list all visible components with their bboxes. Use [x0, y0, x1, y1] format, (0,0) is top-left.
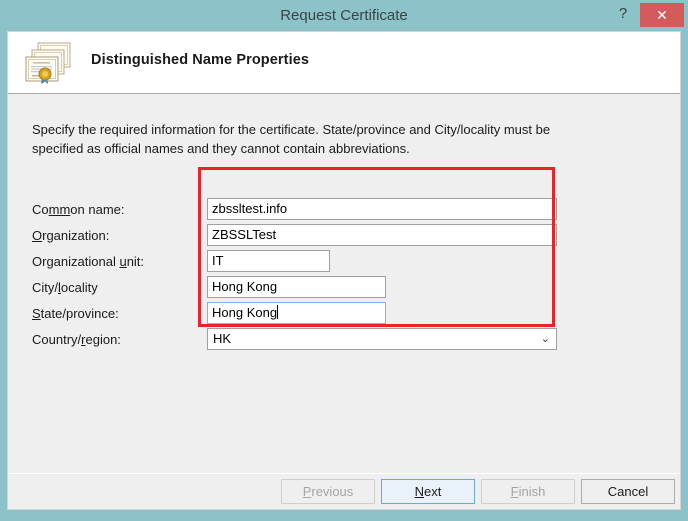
field-label: City/locality	[32, 276, 98, 300]
form-row: Country/region: HK ⌄	[8, 328, 680, 352]
form-row: Organization: ZBSSLTest	[8, 224, 680, 248]
select-value: HK	[213, 329, 231, 349]
dialog-footer: PreviousNextFinishCancel	[8, 474, 680, 509]
finish-button: Finish	[481, 479, 575, 504]
field-label: Common name:	[32, 198, 125, 222]
text-input[interactable]: zbssltest.info	[207, 198, 557, 220]
text-input[interactable]: Hong Kong	[207, 276, 386, 298]
help-button[interactable]: ?	[610, 1, 636, 27]
window-title: Request Certificate	[0, 0, 688, 31]
dialog-header: Distinguished Name Properties	[8, 32, 680, 94]
previous-button: Previous	[281, 479, 375, 504]
field-label: Organizational unit:	[32, 250, 144, 274]
chevron-down-icon[interactable]: ⌄	[541, 329, 550, 349]
text-input[interactable]: IT	[207, 250, 330, 272]
page-title: Distinguished Name Properties	[91, 52, 309, 68]
cancel-button[interactable]: Cancel	[581, 479, 675, 504]
text-input[interactable]: ZBSSLTest	[207, 224, 557, 246]
form-row: Common name: zbssltest.info	[8, 198, 680, 222]
next-button[interactable]: Next	[381, 479, 475, 504]
text-input[interactable]: Hong Kong	[207, 302, 386, 324]
instruction-text: Specify the required information for the…	[32, 120, 598, 158]
request-certificate-dialog: Request Certificate ? ✕	[0, 0, 688, 521]
close-button[interactable]: ✕	[640, 3, 684, 27]
title-bar: Request Certificate ? ✕	[0, 0, 688, 31]
dialog-content: Distinguished Name Properties Specify th…	[7, 31, 681, 510]
field-label: Organization:	[32, 224, 109, 248]
certificate-stack-icon	[22, 41, 76, 87]
field-label: Country/region:	[32, 328, 121, 352]
text-caret	[277, 305, 278, 319]
form-row: State/province: Hong Kong	[8, 302, 680, 326]
field-label: State/province:	[32, 302, 119, 326]
form-row: City/locality Hong Kong	[8, 276, 680, 300]
form-row: Organizational unit: IT	[8, 250, 680, 274]
country-region-select[interactable]: HK ⌄	[207, 328, 557, 350]
